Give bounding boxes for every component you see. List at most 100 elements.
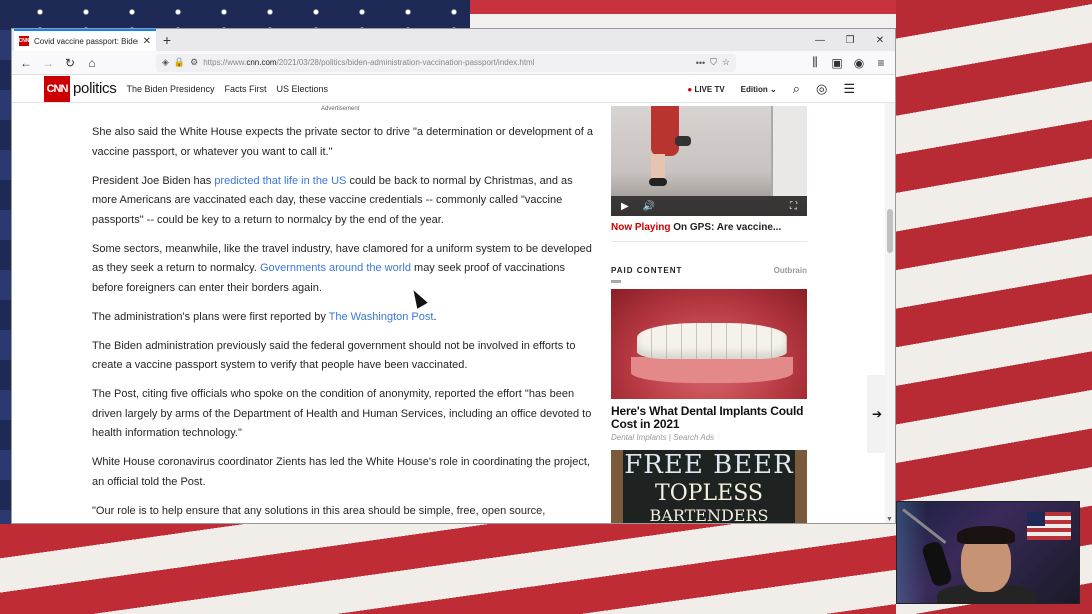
- now-playing-title: On GPS: Are vaccine...: [670, 222, 782, 233]
- menu-icon[interactable]: ≡: [871, 53, 891, 73]
- ad-title[interactable]: Here's What Dental Implants Could Cost i…: [611, 405, 807, 431]
- volume-icon[interactable]: 🔊: [643, 201, 655, 212]
- webcam-overlay: [896, 501, 1080, 604]
- article-paragraph: The administration's plans were first re…: [92, 308, 597, 328]
- live-dot-icon: ●: [687, 84, 693, 94]
- tab-bar: CNN Covid vaccine passport: Biden ... ✕ …: [12, 29, 895, 51]
- paid-content-label: PAID CONTENT: [611, 266, 683, 275]
- chalk-line: TOPLESS: [655, 481, 763, 506]
- url-path: /2021/03/28/politics/biden-administratio…: [276, 58, 535, 67]
- browser-window: CNN Covid vaccine passport: Biden ... ✕ …: [11, 28, 896, 524]
- article-paragraph: President Joe Biden has predicted that l…: [92, 172, 597, 231]
- header-right: ● LIVE TV Edition ⌄ ⌕ ◎ ☰: [687, 75, 855, 103]
- section-title[interactable]: politics: [73, 80, 117, 97]
- dental-implants-ad-image[interactable]: [611, 289, 807, 399]
- next-article-arrow-icon[interactable]: ➔: [867, 375, 887, 453]
- search-icon[interactable]: ⌕: [793, 81, 800, 97]
- toolbar-right: ⫼ ▣ ◉ ≡: [805, 53, 891, 73]
- video-frame-shoe: [675, 136, 691, 146]
- cnn-header: CNN politics The Biden Presidency Facts …: [12, 75, 895, 103]
- article-paragraph: Some sectors, meanwhile, like the travel…: [92, 240, 597, 299]
- tab-cnn-article[interactable]: CNN Covid vaccine passport: Biden ... ✕: [14, 29, 156, 51]
- user-icon[interactable]: ◎: [816, 81, 827, 97]
- video-frame-shoe: [649, 178, 667, 186]
- edition-label: Edition: [740, 84, 768, 94]
- page-content: Advertisement She also said the White Ho…: [12, 103, 895, 523]
- permissions-icon[interactable]: ⚙: [190, 57, 198, 68]
- link-governments[interactable]: Governments around the world: [260, 262, 411, 274]
- video-player[interactable]: ▶ 🔊 ⛶: [611, 106, 807, 216]
- shield-icon[interactable]: ◈: [162, 57, 169, 68]
- new-tab-button[interactable]: +: [156, 29, 178, 51]
- webcam-flag: [1027, 512, 1071, 540]
- outbrain-logo[interactable]: Outbrain: [774, 266, 807, 275]
- chevron-down-icon: ⌄: [770, 84, 777, 94]
- url-prefix: https://www.: [203, 58, 247, 67]
- paid-content-header: PAID CONTENT Outbrain: [611, 266, 807, 275]
- advertisement-label: Advertisement: [321, 106, 360, 112]
- pocket-icon[interactable]: ⛉: [710, 57, 717, 68]
- webcam-person-hair: [957, 526, 1015, 544]
- section-nav: The Biden Presidency Facts First US Elec…: [126, 84, 328, 94]
- gum-shape: [631, 357, 793, 383]
- text-segment: The administration's plans were first re…: [92, 310, 329, 323]
- close-window-button[interactable]: ✕: [865, 29, 895, 51]
- live-tv-label: LIVE TV: [694, 84, 725, 94]
- minimize-button[interactable]: —: [805, 29, 835, 51]
- close-icon[interactable]: ✕: [143, 36, 151, 47]
- link-life-in-us[interactable]: predicted that life in the US: [214, 175, 346, 187]
- article-paragraph: The Post, citing five officials who spok…: [92, 388, 592, 439]
- edition-dropdown[interactable]: Edition ⌄: [741, 85, 777, 94]
- hamburger-menu-icon[interactable]: ☰: [843, 81, 855, 97]
- divider: [611, 241, 807, 242]
- article-paragraph: The Biden administration previously said…: [92, 339, 576, 372]
- video-controls: ▶ 🔊 ⛶: [611, 196, 807, 216]
- bookmark-star-icon[interactable]: ☆: [722, 57, 730, 68]
- sidebar-icon[interactable]: ▣: [827, 53, 847, 73]
- video-frame-door: [771, 106, 807, 196]
- live-tv-link[interactable]: ● LIVE TV: [687, 85, 724, 94]
- article-body: She also said the White House expects th…: [92, 123, 597, 523]
- nav-link-facts-first[interactable]: Facts First: [225, 84, 267, 94]
- now-playing-label: Now Playing: [611, 222, 671, 233]
- home-icon[interactable]: ⌂: [82, 53, 102, 73]
- cnn-logo[interactable]: CNN: [44, 75, 70, 102]
- url-domain: cnn.com: [246, 58, 277, 67]
- scroll-down-icon[interactable]: ▼: [886, 516, 893, 523]
- nav-toolbar: ← → ↻ ⌂ ◈ 🔒 ⚙ https://www.cnn.com/2021/0…: [12, 51, 895, 75]
- forward-arrow-icon[interactable]: →: [38, 53, 58, 73]
- link-washington-post[interactable]: The Washington Post: [329, 311, 434, 323]
- article-paragraph: White House coronavirus coordinator Zien…: [92, 456, 590, 488]
- text-segment: President Joe Biden has: [92, 174, 215, 187]
- play-icon[interactable]: ▶: [621, 201, 629, 212]
- article-paragraph: "Our role is to help ensure that any sol…: [92, 504, 546, 517]
- chalk-line: FREE BEER: [624, 450, 794, 480]
- ad-source: Dental Implants | Search Ads: [611, 433, 715, 442]
- beer-sign-ad-image[interactable]: FREE BEER TOPLESS BARTENDERS: [611, 450, 807, 524]
- scroll-thumb[interactable]: [887, 209, 893, 253]
- text-segment: .: [433, 310, 437, 323]
- video-frame-shorts: [651, 106, 679, 156]
- sidebar: ▶ 🔊 ⛶ Now Playing On GPS: Are vaccine...…: [611, 106, 807, 524]
- back-arrow-icon[interactable]: ←: [16, 53, 36, 73]
- page-actions-icon[interactable]: •••: [696, 58, 705, 68]
- library-icon[interactable]: ⫼: [805, 53, 825, 73]
- scrollbar[interactable]: ▼: [885, 103, 895, 523]
- now-playing[interactable]: Now Playing On GPS: Are vaccine...: [611, 222, 807, 233]
- cnn-favicon-icon: CNN: [18, 36, 30, 46]
- lock-icon[interactable]: 🔒: [174, 57, 185, 68]
- url-text[interactable]: https://www.cnn.com/2021/03/28/politics/…: [203, 58, 690, 67]
- tab-title: Covid vaccine passport: Biden ...: [34, 36, 138, 46]
- window-controls: — ❐ ✕: [805, 29, 895, 51]
- account-icon[interactable]: ◉: [849, 53, 869, 73]
- nav-link-us-elections[interactable]: US Elections: [277, 84, 329, 94]
- chalk-line: BARTENDERS: [649, 506, 769, 524]
- nav-link-biden-presidency[interactable]: The Biden Presidency: [126, 84, 214, 94]
- article-paragraph: She also said the White House expects th…: [92, 126, 594, 158]
- reload-icon[interactable]: ↻: [60, 53, 80, 73]
- teeth-shape: [637, 323, 787, 359]
- flag-stripes-bottom: [0, 524, 896, 614]
- maximize-button[interactable]: ❐: [835, 29, 865, 51]
- fullscreen-icon[interactable]: ⛶: [790, 201, 797, 212]
- url-bar[interactable]: ◈ 🔒 ⚙ https://www.cnn.com/2021/03/28/pol…: [156, 53, 736, 72]
